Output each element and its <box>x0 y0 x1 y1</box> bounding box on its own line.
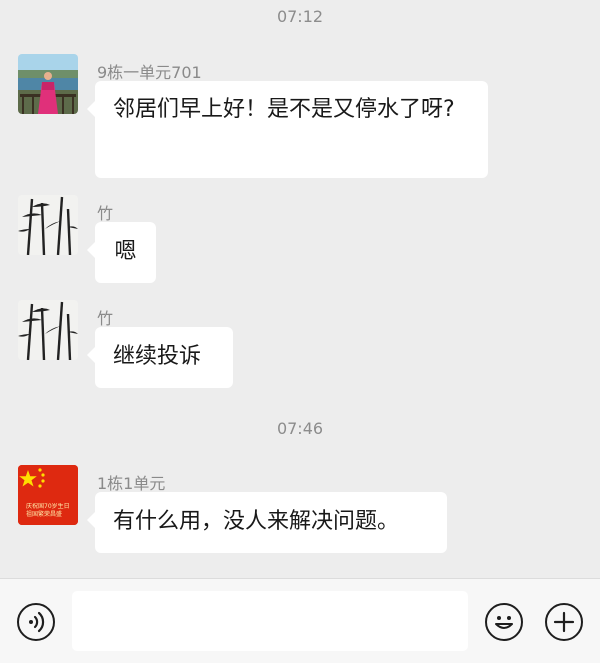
emoji-icon <box>495 616 513 629</box>
avatar-bamboo-icon <box>18 195 78 255</box>
input-bar <box>0 578 600 663</box>
message-text: 继续投诉 <box>113 344 202 369</box>
sender-name: 1栋1单元 <box>97 474 166 493</box>
sender-name: 9栋一单元701 <box>97 63 202 82</box>
avatar-caption: 庆祝国70岁生日 祖国繁荣昌盛 <box>26 503 78 519</box>
message-bubble[interactable]: 有什么用，没人来解决问题。 <box>87 492 447 553</box>
avatar-caption-line: 祖国繁荣昌盛 <box>26 511 63 518</box>
message-text: 嗯 <box>114 239 137 264</box>
avatar-bamboo-icon <box>18 300 78 360</box>
avatar[interactable]: 庆祝国70岁生日 祖国繁荣昌盛 <box>18 465 78 525</box>
emoji-button[interactable] <box>485 603 523 641</box>
sender-name: 竹 <box>97 309 114 328</box>
message-bubble[interactable]: 嗯 <box>87 222 156 283</box>
avatar[interactable] <box>18 54 78 114</box>
message-bubble[interactable]: 继续投诉 <box>87 327 233 388</box>
message-input[interactable] <box>72 591 468 651</box>
message-text: 邻居们早上好！是不是又停水了呀? <box>113 97 455 122</box>
chat-message-list[interactable]: 07:12 9栋一单元701 邻居们早上好！是不是又停水了呀? 竹 嗯 竹 继续… <box>0 0 600 578</box>
avatar[interactable] <box>18 300 78 360</box>
plus-button[interactable] <box>545 603 583 641</box>
avatar-caption-line: 庆祝国70岁生日 <box>26 503 70 510</box>
avatar-photo-lake-icon <box>18 54 78 114</box>
message-bubble[interactable]: 邻居们早上好！是不是又停水了呀? <box>87 81 488 178</box>
voice-button[interactable] <box>17 603 55 641</box>
plus-icon <box>553 611 575 633</box>
timestamp: 07:12 <box>276 7 324 26</box>
sender-name: 竹 <box>97 204 114 223</box>
voice-icon <box>29 611 45 633</box>
avatar[interactable] <box>18 195 78 255</box>
timestamp: 07:46 <box>276 419 324 438</box>
message-text: 有什么用，没人来解决问题。 <box>113 509 400 534</box>
